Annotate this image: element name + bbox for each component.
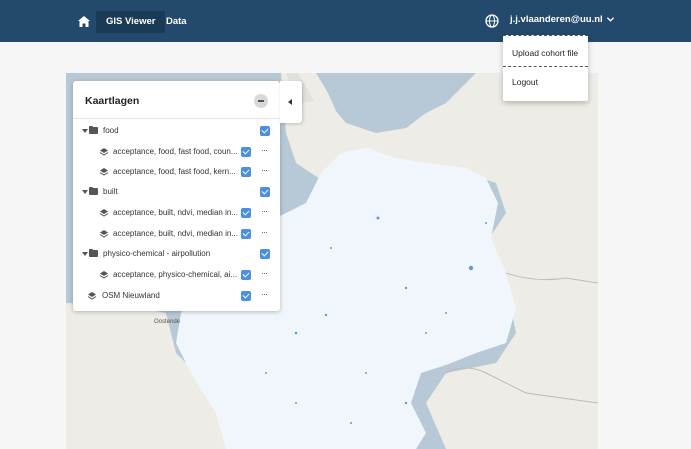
layer-checkbox[interactable] bbox=[260, 126, 270, 136]
layer-checkbox[interactable] bbox=[260, 249, 270, 259]
layer-label: OSM Nieuwland bbox=[102, 291, 160, 300]
user-email: j.j.vlaanderen@uu.nl bbox=[510, 14, 603, 25]
layer-label: acceptance, food, fast food, kern... bbox=[113, 167, 236, 176]
globe-icon[interactable] bbox=[484, 13, 500, 29]
island-2 bbox=[333, 177, 339, 181]
layer-item: acceptance, built, ndvi, median in... ··… bbox=[73, 203, 280, 223]
dropdown-divider bbox=[503, 66, 588, 67]
logout-item[interactable]: Logout bbox=[512, 77, 538, 87]
upload-cohort-file-item[interactable]: Upload cohort file bbox=[512, 48, 578, 58]
caret-down-icon[interactable] bbox=[82, 252, 88, 256]
layer-label: acceptance, built, ndvi, median in... bbox=[113, 208, 238, 217]
folder-icon bbox=[89, 186, 98, 195]
folder-icon bbox=[89, 125, 98, 134]
layer-checkbox[interactable] bbox=[241, 167, 251, 177]
dropdown-divider-top bbox=[503, 35, 588, 36]
layer-checkbox[interactable] bbox=[260, 187, 270, 197]
layers-icon bbox=[99, 168, 109, 176]
layer-group-label: built bbox=[103, 187, 118, 196]
collapse-sidebar-toggle[interactable] bbox=[280, 81, 302, 123]
app-root: Oostende GIS Viewer Data j.j.vlaanderen@… bbox=[0, 0, 691, 449]
more-options-icon[interactable]: ··· bbox=[261, 289, 268, 299]
island-1 bbox=[315, 188, 323, 194]
more-options-icon[interactable]: ··· bbox=[261, 227, 268, 237]
layers-icon bbox=[87, 292, 97, 300]
caret-down-icon[interactable] bbox=[82, 129, 88, 133]
tab-data[interactable]: Data bbox=[156, 11, 197, 33]
home-icon[interactable] bbox=[74, 11, 94, 31]
layers-panel-title: Kaartlagen bbox=[85, 95, 140, 107]
layer-checkbox[interactable] bbox=[241, 270, 251, 280]
layer-group-built: built bbox=[73, 182, 280, 202]
layer-item: acceptance, food, fast food, coun... ··· bbox=[73, 142, 280, 162]
layer-group-physico-chemical: physico-chemical - airpollution bbox=[73, 244, 280, 264]
more-options-icon[interactable]: ··· bbox=[261, 206, 268, 216]
layer-checkbox[interactable] bbox=[241, 229, 251, 239]
layer-group-food: food bbox=[73, 121, 280, 141]
layer-label: acceptance, built, ndvi, median in... bbox=[113, 229, 238, 238]
user-menu[interactable]: j.j.vlaanderen@uu.nl bbox=[510, 14, 615, 25]
island-3 bbox=[363, 148, 373, 154]
layer-item-osm-nieuwland: OSM Nieuwland ··· bbox=[73, 286, 280, 306]
more-options-icon[interactable]: ··· bbox=[261, 268, 268, 278]
layer-item: acceptance, food, fast food, kern... ··· bbox=[73, 162, 280, 182]
layer-item: acceptance, physico-chemical, ai... ··· bbox=[73, 265, 280, 285]
layers-panel: Kaartlagen food acceptance, food, fast f… bbox=[73, 81, 280, 311]
layer-checkbox[interactable] bbox=[241, 147, 251, 157]
user-dropdown: Upload cohort file Logout bbox=[503, 35, 588, 101]
layer-label: acceptance, physico-chemical, ai... bbox=[113, 270, 238, 279]
layers-icon bbox=[99, 209, 109, 217]
minimize-panel-button[interactable] bbox=[254, 94, 268, 108]
layer-checkbox[interactable] bbox=[241, 291, 251, 301]
more-options-icon[interactable]: ··· bbox=[261, 145, 268, 155]
caret-down-icon[interactable] bbox=[82, 190, 88, 194]
layer-checkbox[interactable] bbox=[241, 208, 251, 218]
folder-icon bbox=[89, 248, 98, 257]
layer-label: acceptance, food, fast food, coun... bbox=[113, 147, 238, 156]
chevron-down-icon bbox=[606, 17, 614, 22]
layers-icon bbox=[99, 271, 109, 279]
layer-group-label: food bbox=[103, 126, 119, 135]
layers-icon bbox=[99, 230, 109, 238]
layer-group-label: physico-chemical - airpollution bbox=[103, 249, 211, 258]
layers-panel-header: Kaartlagen bbox=[73, 81, 280, 119]
layers-icon bbox=[99, 148, 109, 156]
more-options-icon[interactable]: ··· bbox=[261, 165, 268, 175]
layer-item: acceptance, built, ndvi, median in... ··… bbox=[73, 224, 280, 244]
place-label-oostende: Oostende bbox=[154, 319, 181, 325]
